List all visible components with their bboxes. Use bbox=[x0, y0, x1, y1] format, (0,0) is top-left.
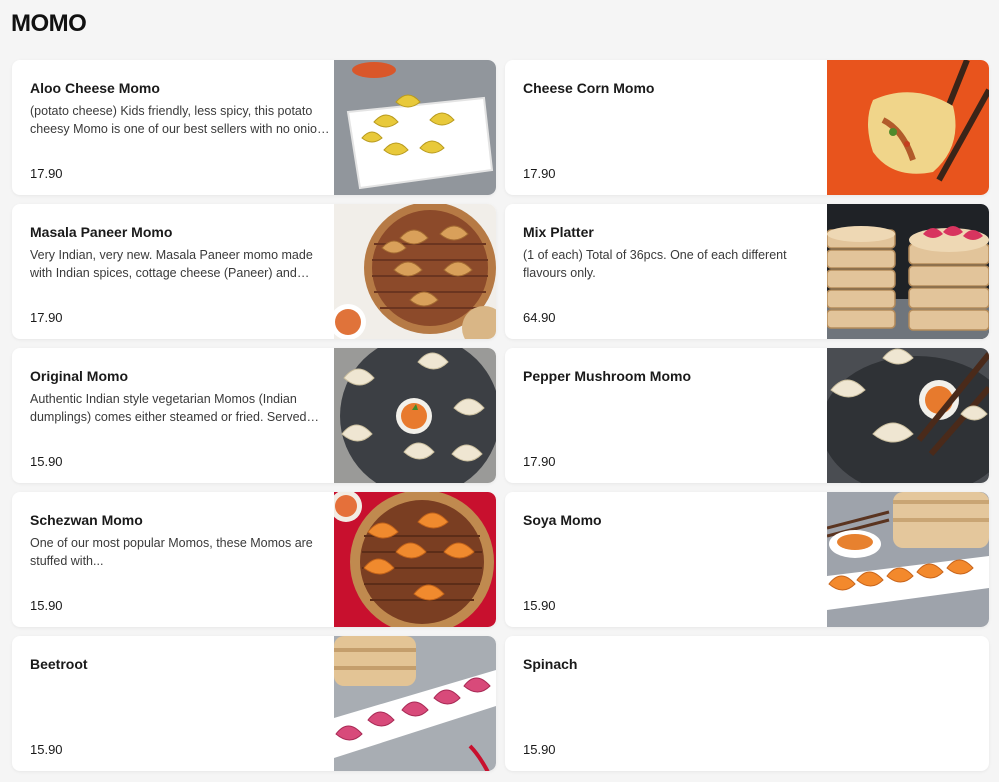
menu-item-card[interactable]: Masala Paneer Momo Very Indian, very new… bbox=[12, 204, 496, 339]
menu-item-photo[interactable] bbox=[334, 636, 496, 771]
menu-item-info: Schezwan Momo One of our most popular Mo… bbox=[30, 492, 330, 627]
menu-item-card[interactable]: Cheese Corn Momo 17.90 bbox=[505, 60, 989, 195]
menu-item-price: 15.90 bbox=[523, 742, 556, 757]
menu-item-name: Cheese Corn Momo bbox=[523, 80, 655, 96]
menu-item-price: 15.90 bbox=[30, 454, 63, 469]
menu-item-name: Aloo Cheese Momo bbox=[30, 80, 160, 96]
menu-grid: Aloo Cheese Momo (potato cheese) Kids fr… bbox=[12, 60, 989, 771]
menu-item-description: (potato cheese) Kids friendly, less spic… bbox=[30, 104, 324, 136]
menu-item-info: Original Momo Authentic Indian style veg… bbox=[30, 348, 330, 483]
menu-item-price: 17.90 bbox=[523, 454, 556, 469]
menu-item-description: One of our most popular Momos, these Mom… bbox=[30, 536, 313, 568]
menu-item-card[interactable]: Original Momo Authentic Indian style veg… bbox=[12, 348, 496, 483]
menu-item-description: (1 of each) Total of 36pcs. One of each … bbox=[523, 248, 787, 280]
menu-item-name: Masala Paneer Momo bbox=[30, 224, 173, 240]
menu-item-name: Pepper Mushroom Momo bbox=[523, 368, 692, 384]
menu-item-info: Spinach 15.90 bbox=[523, 636, 823, 771]
menu-item-price: 15.90 bbox=[30, 742, 63, 757]
menu-item-info: Beetroot 15.90 bbox=[30, 636, 330, 771]
menu-item-card[interactable]: Spinach 15.90 bbox=[505, 636, 989, 771]
menu-item-card[interactable]: Pepper Mushroom Momo 17.90 bbox=[505, 348, 989, 483]
menu-item-price: 17.90 bbox=[523, 166, 556, 181]
menu-item-photo[interactable] bbox=[334, 204, 496, 339]
menu-item-card[interactable]: Aloo Cheese Momo (potato cheese) Kids fr… bbox=[12, 60, 496, 195]
menu-item-name: Spinach bbox=[523, 656, 578, 672]
menu-item-price: 64.90 bbox=[523, 310, 556, 325]
menu-item-name: Mix Platter bbox=[523, 224, 594, 240]
menu-item-card[interactable]: Beetroot 15.90 bbox=[12, 636, 496, 771]
menu-item-photo[interactable] bbox=[334, 60, 496, 195]
menu-item-card[interactable]: Soya Momo 15.90 bbox=[505, 492, 989, 627]
menu-item-info: Soya Momo 15.90 bbox=[523, 492, 823, 627]
menu-item-photo[interactable] bbox=[827, 60, 989, 195]
section-title: MOMO bbox=[11, 10, 87, 37]
menu-item-name: Beetroot bbox=[30, 656, 88, 672]
menu-item-card[interactable]: Schezwan Momo One of our most popular Mo… bbox=[12, 492, 496, 627]
menu-item-price: 15.90 bbox=[30, 598, 63, 613]
menu-item-info: Aloo Cheese Momo (potato cheese) Kids fr… bbox=[30, 60, 330, 195]
menu-item-photo[interactable] bbox=[827, 348, 989, 483]
menu-item-info: Pepper Mushroom Momo 17.90 bbox=[523, 348, 823, 483]
menu-item-info: Mix Platter (1 of each) Total of 36pcs. … bbox=[523, 204, 823, 339]
menu-item-info: Masala Paneer Momo Very Indian, very new… bbox=[30, 204, 330, 339]
menu-item-name: Schezwan Momo bbox=[30, 512, 143, 528]
menu-item-photo[interactable] bbox=[827, 204, 989, 339]
menu-item-description: Very Indian, very new. Masala Paneer mom… bbox=[30, 248, 313, 280]
menu-item-photo[interactable] bbox=[334, 348, 496, 483]
menu-item-name: Soya Momo bbox=[523, 512, 602, 528]
menu-item-info: Cheese Corn Momo 17.90 bbox=[523, 60, 823, 195]
menu-item-price: 17.90 bbox=[30, 310, 63, 325]
menu-item-photo[interactable] bbox=[827, 492, 989, 627]
menu-item-name: Original Momo bbox=[30, 368, 128, 384]
menu-item-price: 15.90 bbox=[523, 598, 556, 613]
menu-item-price: 17.90 bbox=[30, 166, 63, 181]
menu-item-photo[interactable] bbox=[334, 492, 496, 627]
menu-item-description: Authentic Indian style vegetarian Momos … bbox=[30, 392, 307, 424]
menu-item-card[interactable]: Mix Platter (1 of each) Total of 36pcs. … bbox=[505, 204, 989, 339]
